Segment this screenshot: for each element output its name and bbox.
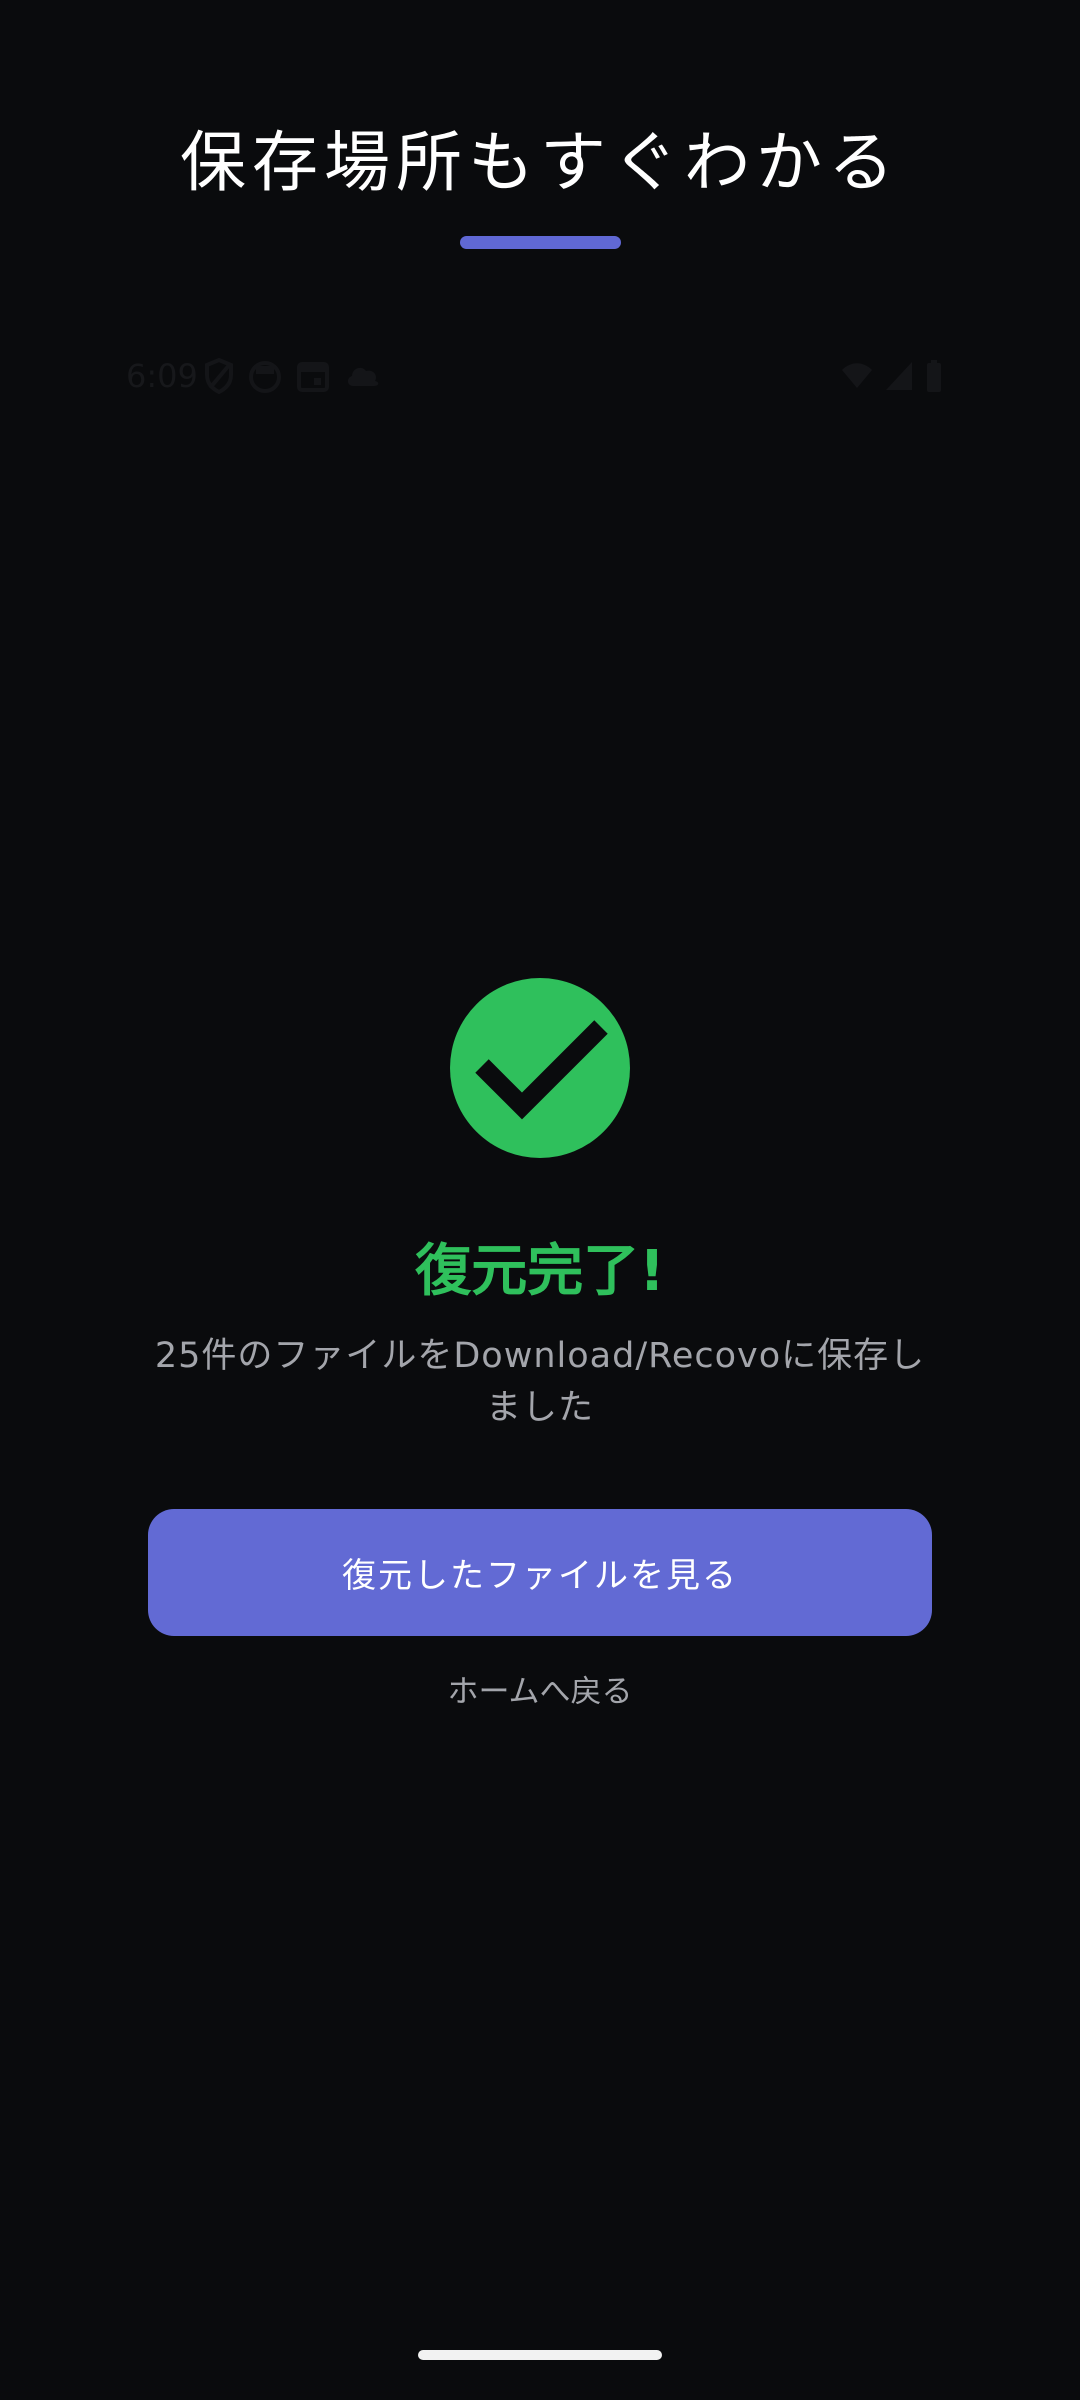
title-underline — [460, 236, 621, 249]
battery-icon — [924, 358, 944, 394]
gesture-navigation-bar[interactable] — [418, 2350, 662, 2360]
view-restored-files-button[interactable]: 復元したファイルを見る — [148, 1509, 932, 1636]
calendar-icon — [296, 358, 330, 394]
status-right-icons — [840, 358, 944, 394]
success-message: 25件のファイルをDownload/Recovoに保存しました — [154, 1336, 926, 1428]
status-time: 6:09 — [126, 357, 198, 395]
check-circle-icon — [450, 978, 630, 1158]
cell-signal-icon — [884, 358, 914, 394]
shield-icon — [204, 358, 234, 394]
screen: 保存場所もすぐわかる 6:09 復元完了! 25件のファイルをDownload/… — [0, 0, 1080, 2400]
status-left-icons — [204, 358, 382, 394]
status-bar: 6:09 — [126, 352, 944, 400]
wifi-icon — [840, 358, 874, 394]
success-title: 復元完了! — [415, 1239, 665, 1304]
back-to-home-link[interactable]: ホームへ戻る — [0, 1668, 1080, 1716]
cloud-icon — [344, 358, 382, 394]
mask-icon — [248, 358, 282, 394]
promo-title: 保存場所もすぐわかる — [180, 124, 900, 201]
